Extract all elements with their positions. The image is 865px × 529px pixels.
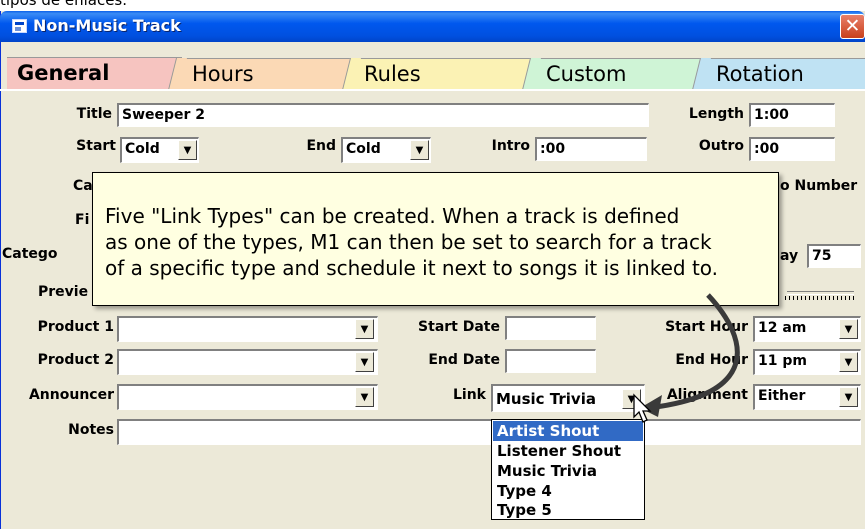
- row5-right-field[interactable]: 75: [807, 244, 861, 268]
- row5-left-label: Catego: [2, 246, 58, 262]
- announcer-dropdown-icon[interactable]: ▼: [355, 387, 374, 407]
- end-dropdown-icon[interactable]: ▼: [410, 140, 429, 160]
- page-remnant-text: tipos de enlaces.: [0, 0, 128, 9]
- alignment-dropdown-icon[interactable]: ▼: [839, 387, 858, 407]
- end-date-label: End Date: [428, 352, 500, 368]
- row5-right-label: ay: [780, 248, 799, 264]
- title-label: Title: [76, 106, 112, 122]
- window-title: Non-Music Track: [33, 16, 181, 35]
- product1-label: Product 1: [37, 319, 114, 335]
- product2-select[interactable]: [117, 349, 378, 375]
- link-option-type-4[interactable]: Type 4: [493, 481, 643, 501]
- slider-track[interactable]: [787, 291, 854, 295]
- tooltip-text: Five "Link Types" can be created. When a…: [105, 204, 719, 280]
- tab-general[interactable]: General: [7, 57, 182, 89]
- end-date-field[interactable]: [505, 349, 596, 373]
- link-select-value: Music Trivia: [496, 390, 596, 408]
- start-label: Start: [76, 138, 116, 154]
- start-date-label: Start Date: [418, 319, 500, 335]
- link-option-music-trivia[interactable]: Music Trivia: [493, 461, 643, 481]
- tab-hours[interactable]: Hours: [178, 58, 350, 89]
- close-button[interactable]: ✕: [840, 14, 865, 39]
- start-dropdown-icon[interactable]: ▼: [178, 140, 197, 160]
- outro-field[interactable]: :00: [749, 137, 835, 161]
- product2-label: Product 2: [37, 352, 114, 368]
- length-field[interactable]: 1:00: [749, 103, 835, 127]
- end-label: End: [306, 138, 336, 154]
- tab-rotation[interactable]: Rotation: [702, 58, 865, 89]
- length-label: Length: [688, 106, 744, 122]
- slider-ticks: [785, 296, 855, 300]
- link-label: Link: [453, 387, 486, 403]
- product2-dropdown-icon[interactable]: ▼: [355, 352, 374, 372]
- start-date-field[interactable]: [505, 316, 596, 340]
- tab-custom[interactable]: Custom: [532, 58, 700, 89]
- intro-field[interactable]: :00: [535, 137, 647, 161]
- product1-dropdown-icon[interactable]: ▼: [355, 319, 374, 339]
- link-options-list[interactable]: Artist Shout Listener Shout Music Trivia…: [491, 419, 645, 520]
- tab-rules[interactable]: Rules: [352, 58, 532, 89]
- end-select-value: Cold: [346, 141, 381, 157]
- mouse-cursor-icon: [633, 393, 652, 423]
- row6-left-label: Previe: [38, 284, 89, 300]
- link-option-listener-shout[interactable]: Listener Shout: [493, 441, 643, 461]
- intro-label: Intro: [491, 138, 530, 154]
- link-option-type-5[interactable]: Type 5: [493, 500, 643, 520]
- notes-label: Notes: [68, 422, 114, 438]
- window-icon: [12, 19, 27, 33]
- end-hour-dropdown-icon[interactable]: ▼: [839, 352, 858, 372]
- row3-left-label: Ca: [73, 178, 93, 194]
- callout-arrow-icon: [640, 293, 740, 417]
- announcer-select[interactable]: [117, 384, 378, 410]
- tab-divider: [0, 89, 865, 91]
- product1-select[interactable]: [117, 316, 378, 342]
- start-select-value: Cold: [125, 141, 160, 157]
- announcer-label: Announcer: [28, 387, 114, 403]
- start-hour-dropdown-icon[interactable]: ▼: [839, 319, 858, 339]
- title-field[interactable]: Sweeper 2: [117, 103, 649, 127]
- outro-label: Outro: [698, 138, 744, 154]
- row3-right-label: o Number: [780, 178, 858, 194]
